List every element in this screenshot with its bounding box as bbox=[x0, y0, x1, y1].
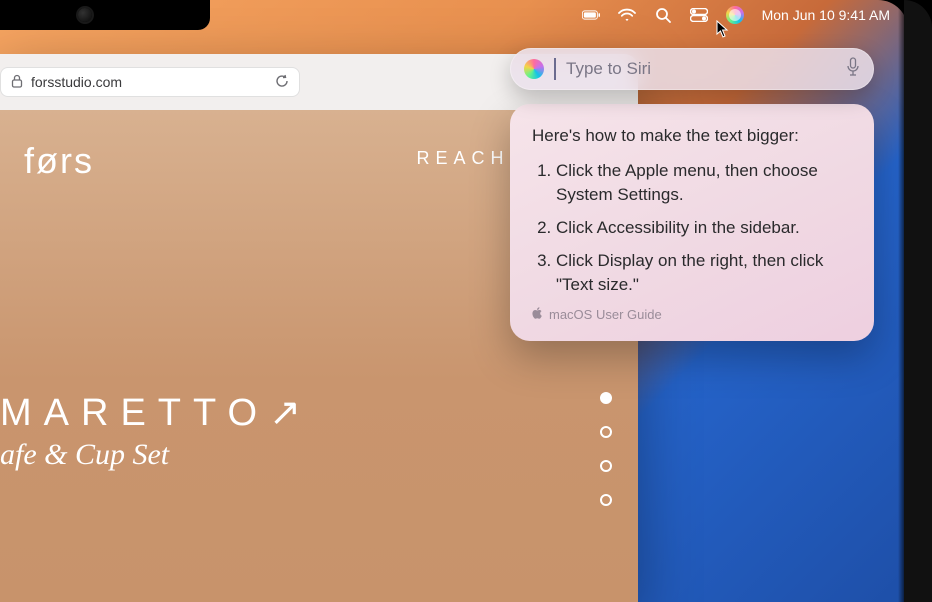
battery-icon[interactable] bbox=[582, 6, 600, 24]
reload-icon[interactable] bbox=[275, 74, 289, 91]
notch bbox=[0, 0, 210, 30]
siri-step: Click Display on the right, then click "… bbox=[556, 249, 852, 298]
siri-step: Click Accessibility in the sidebar. bbox=[556, 216, 852, 241]
menubar: Mon Jun 10 9:41 AM bbox=[210, 0, 908, 30]
site-logo[interactable]: førs bbox=[24, 140, 94, 182]
microphone-icon[interactable] bbox=[846, 57, 860, 82]
hero-subtitle: afe & Cup Set bbox=[0, 438, 169, 472]
camera bbox=[78, 8, 92, 22]
arrow-up-right-icon: ↗ bbox=[269, 392, 313, 434]
carousel-dots bbox=[600, 392, 612, 506]
siri-response-card: Here's how to make the text bigger: Clic… bbox=[510, 104, 874, 341]
url-text: forsstudio.com bbox=[31, 74, 122, 90]
siri-input[interactable]: Type to Siri bbox=[510, 48, 874, 90]
carousel-dot[interactable] bbox=[600, 426, 612, 438]
text-caret bbox=[554, 58, 556, 80]
wifi-icon[interactable] bbox=[618, 6, 636, 24]
hero-title: MARETTO↗ bbox=[0, 390, 313, 435]
siri-source[interactable]: macOS User Guide bbox=[532, 306, 852, 325]
address-bar[interactable]: forsstudio.com bbox=[0, 67, 300, 97]
siri-panel: Type to Siri Here's how to make the text… bbox=[510, 48, 874, 341]
nav-reach-label: REACH bbox=[417, 148, 510, 168]
clock[interactable]: Mon Jun 10 9:41 AM bbox=[762, 7, 890, 23]
siri-source-text: macOS User Guide bbox=[549, 306, 662, 325]
carousel-dot[interactable] bbox=[600, 392, 612, 404]
carousel-dot[interactable] bbox=[600, 460, 612, 472]
hero-title-text: MARETTO bbox=[0, 392, 269, 434]
siri-response-heading: Here's how to make the text bigger: bbox=[532, 124, 852, 149]
lock-icon bbox=[11, 74, 23, 91]
siri-placeholder: Type to Siri bbox=[566, 59, 836, 79]
siri-steps-list: Click the Apple menu, then choose System… bbox=[532, 159, 852, 298]
carousel-dot[interactable] bbox=[600, 494, 612, 506]
spotlight-search-icon[interactable] bbox=[654, 6, 672, 24]
desktop: Mon Jun 10 9:41 AM forsstudio.com førs R… bbox=[0, 0, 908, 602]
device-bezel bbox=[904, 0, 932, 602]
mouse-cursor bbox=[716, 20, 730, 43]
siri-icon bbox=[524, 59, 544, 79]
control-center-icon[interactable] bbox=[690, 6, 708, 24]
apple-logo-icon bbox=[532, 306, 543, 325]
siri-step: Click the Apple menu, then choose System… bbox=[556, 159, 852, 208]
